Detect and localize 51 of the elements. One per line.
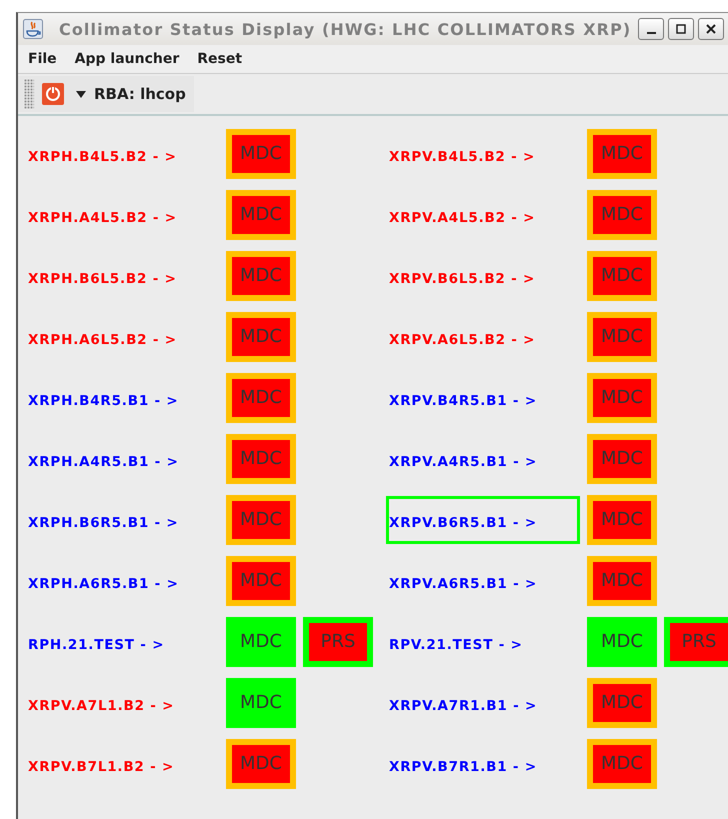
status-indicator: MDC [226, 312, 296, 362]
status-indicator: PRS [664, 616, 728, 666]
minimize-button[interactable] [638, 18, 664, 40]
status-indicator: MDC [587, 678, 657, 728]
collimator-link[interactable]: XRPV.A6R5.B1 - > [386, 556, 587, 604]
power-icon[interactable] [42, 83, 64, 105]
menu-item[interactable]: Reset [197, 51, 242, 67]
status-indicator: MDC [587, 556, 657, 606]
collimator-link[interactable]: RPH.21.TEST - > [25, 618, 226, 666]
status-indicator: MDC [226, 678, 296, 728]
status-indicator: MDC [226, 556, 296, 606]
status-indicator: MDC [226, 250, 296, 300]
status-indicator: MDC [587, 190, 657, 240]
status-indicator: PRS [303, 616, 373, 666]
status-indicator: MDC [226, 434, 296, 484]
role-label: RBA: lhcop [94, 85, 186, 103]
maximize-button[interactable] [668, 18, 694, 40]
menu-item[interactable]: App launcher [74, 51, 180, 67]
minimize-icon [646, 32, 656, 34]
status-indicator: MDC [226, 738, 296, 788]
window-title: Collimator Status Display (HWG: LHC COLLIMATORS XRP) [59, 20, 632, 38]
status-indicator: MDC [587, 494, 657, 544]
maximize-icon [676, 24, 686, 34]
close-icon [706, 24, 716, 34]
collimator-link[interactable]: XRPH.B4R5.B1 - > [25, 374, 226, 422]
status-indicator: MDC [226, 128, 296, 178]
status-indicator: MDC [226, 616, 296, 666]
toolbar-grip[interactable] [24, 79, 34, 109]
java-cup-icon [23, 19, 43, 39]
collimator-link[interactable]: XRPV.B6R5.B1 - > [386, 496, 580, 544]
collimator-link[interactable]: XRPH.A4R5.B1 - > [25, 434, 226, 482]
collimator-link[interactable]: XRPH.B6R5.B1 - > [25, 496, 226, 544]
status-indicator: MDC [587, 738, 657, 788]
status-indicator: MDC [587, 250, 657, 300]
caret-icon[interactable] [76, 90, 86, 98]
status-indicator: MDC [226, 494, 296, 544]
status-indicator: MDC [226, 190, 296, 240]
collimator-link[interactable]: RPV.21.TEST - > [386, 618, 587, 666]
status-indicator: MDC [587, 372, 657, 422]
status-indicator: MDC [226, 372, 296, 422]
status-indicator: MDC [587, 616, 657, 666]
close-button[interactable] [698, 18, 724, 40]
collimator-link[interactable]: XRPV.B7R1.B1 - > [386, 740, 587, 788]
status-indicator: MDC [587, 128, 657, 178]
status-indicator: MDC [587, 434, 657, 484]
menu-item[interactable]: File [28, 51, 57, 67]
collimator-link[interactable]: XRPH.A6R5.B1 - > [25, 556, 226, 604]
collimator-link[interactable]: XRPV.B4R5.B1 - > [386, 374, 587, 422]
collimator-link[interactable]: XRPV.A7R1.B1 - > [386, 678, 587, 726]
status-indicator: MDC [587, 312, 657, 362]
collimator-link[interactable]: XRPV.A4R5.B1 - > [386, 434, 587, 482]
